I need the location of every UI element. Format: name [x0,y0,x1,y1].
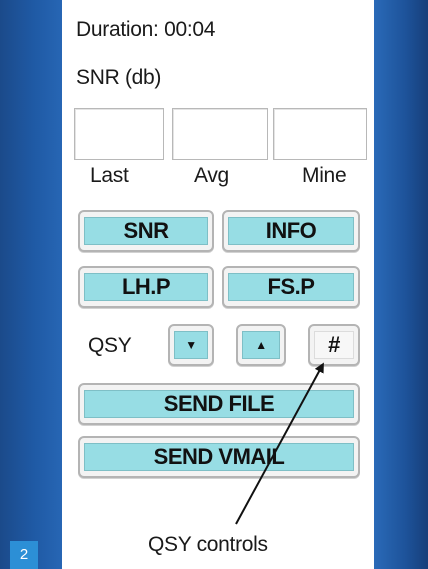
callout-arrow [235,362,324,525]
callout-label: QSY controls [148,533,268,556]
page-number-badge: 2 [10,541,38,569]
